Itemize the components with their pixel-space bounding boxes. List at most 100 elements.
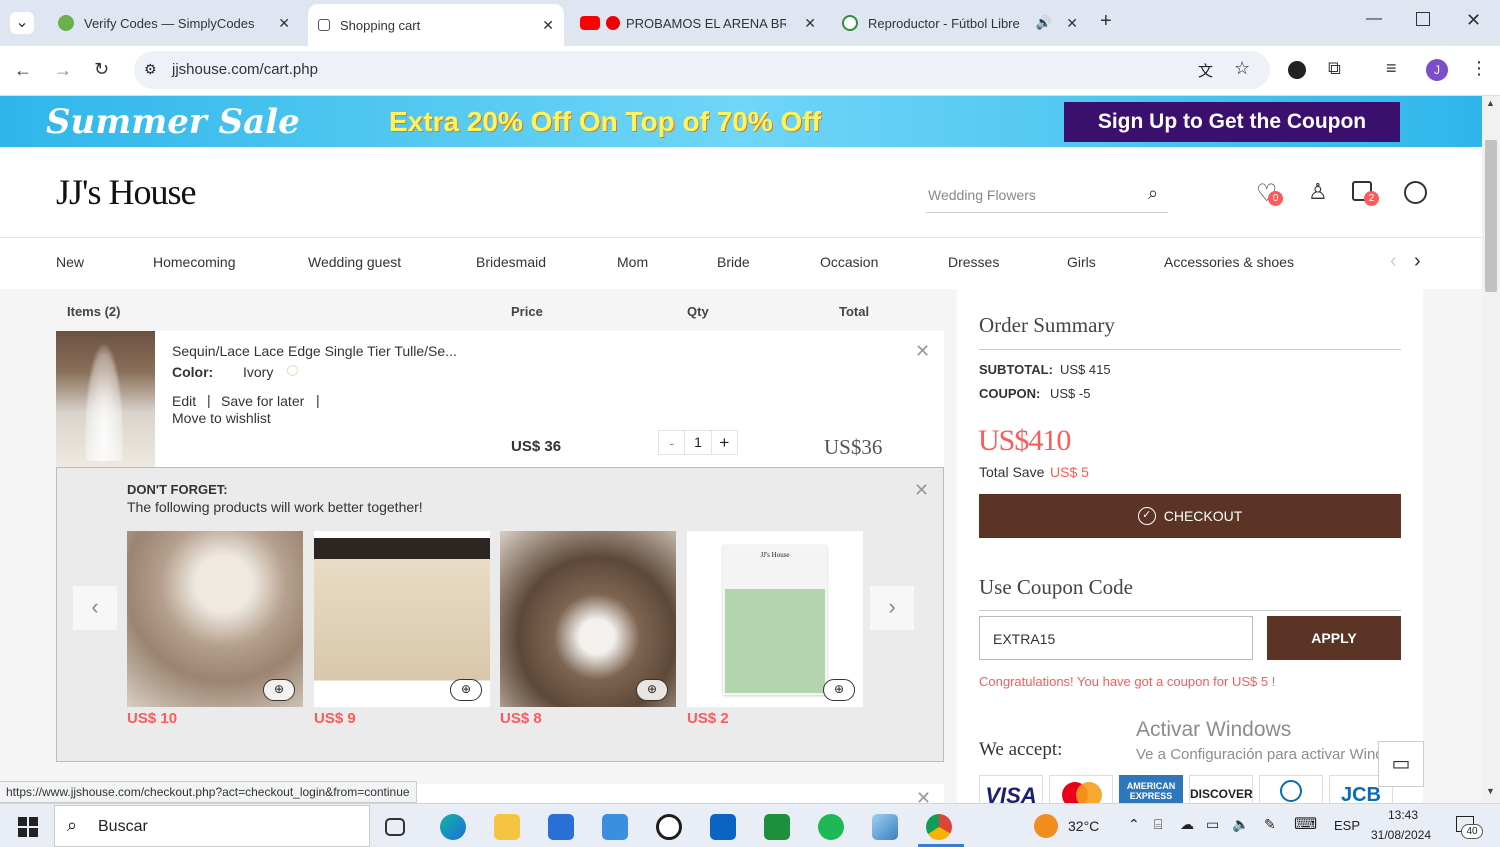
scrollbar-thumb[interactable] [1485, 140, 1497, 292]
product-name[interactable]: Sequin/Lace Lace Edge Single Tier Tulle/… [172, 343, 457, 359]
outlook-icon[interactable] [710, 814, 736, 840]
checkout-button[interactable]: ✓ CHECKOUT [979, 494, 1401, 538]
extension-icon[interactable] [1288, 61, 1306, 79]
file-explorer-icon[interactable] [494, 814, 520, 840]
close-icon[interactable]: ✕ [1066, 15, 1078, 32]
close-icon[interactable]: ✕ [914, 480, 929, 501]
nav-item-homecoming[interactable]: Homecoming [153, 254, 235, 270]
weather-temp[interactable]: 32°C [1068, 818, 1099, 834]
keyboard-icon[interactable]: ⌨ [1294, 814, 1317, 834]
menu-icon[interactable]: ⋮ [1470, 58, 1488, 79]
globe-icon[interactable] [1404, 181, 1427, 204]
carousel-next-button[interactable]: › [870, 586, 914, 630]
profile-avatar[interactable]: J [1426, 59, 1448, 81]
puzzle-icon[interactable]: ⧉ [1328, 58, 1341, 79]
product-card-swatch[interactable]: JJ's House ⊕ [687, 531, 863, 707]
cloud-icon[interactable]: ☁ [1180, 816, 1194, 833]
clock-date[interactable]: 31/08/2024 [1371, 828, 1431, 842]
close-window-button[interactable]: ✕ [1466, 10, 1481, 31]
page-scrollbar[interactable]: ▲ ▼ [1482, 96, 1500, 803]
chevron-left-icon[interactable]: ‹ [1390, 250, 1397, 273]
qty-increase-button[interactable]: + [712, 433, 737, 453]
pen-icon[interactable]: ✎ [1264, 816, 1276, 833]
taskbar-search-box[interactable]: ⌕ Buscar [54, 805, 370, 847]
restore-button[interactable] [1416, 12, 1430, 26]
whatsapp-icon[interactable] [656, 814, 682, 840]
search-input[interactable]: Wedding Flowers [928, 187, 1036, 203]
tab-search-button[interactable]: ⌄ [10, 12, 34, 34]
search-icon[interactable]: ⌕ [1148, 183, 1158, 204]
bag-icon[interactable]: 2 [1352, 181, 1379, 206]
task-view-icon[interactable] [385, 818, 405, 836]
translate-icon[interactable]: 文 [1198, 60, 1213, 81]
weather-icon[interactable] [1034, 814, 1058, 838]
site-settings-icon[interactable]: ⚙ [144, 61, 157, 78]
chevron-up-icon[interactable]: ⌃ [1128, 816, 1140, 833]
speaker-icon[interactable]: 🔊 [1036, 15, 1052, 31]
xbox-icon[interactable] [764, 814, 790, 840]
new-tab-button[interactable]: + [1100, 10, 1112, 33]
signup-coupon-button[interactable]: Sign Up to Get the Coupon [1064, 102, 1400, 142]
qty-decrease-button[interactable]: - [659, 435, 684, 451]
scroll-down-icon[interactable]: ▼ [1486, 786, 1495, 796]
product-image[interactable] [56, 331, 155, 467]
account-icon[interactable]: ♙ [1308, 179, 1328, 205]
close-icon[interactable]: ✕ [278, 15, 290, 32]
add-to-cart-icon[interactable]: ⊕ [263, 679, 295, 701]
nav-item-occasion[interactable]: Occasion [820, 254, 878, 270]
coupon-code-input[interactable]: EXTRA15 [979, 616, 1253, 660]
app-icon[interactable] [872, 814, 898, 840]
store-icon[interactable] [548, 814, 574, 840]
mail-icon[interactable] [602, 814, 628, 840]
product-card-hair-comb[interactable]: ⊕ [500, 531, 676, 707]
qty-input[interactable]: 1 [684, 431, 712, 454]
move-to-wishlist-link[interactable]: Move to wishlist [172, 410, 271, 426]
save-for-later-link[interactable]: Save for later [221, 393, 304, 409]
spotify-icon[interactable] [818, 814, 844, 840]
tab-shopping-cart[interactable]: Shopping cart ✕ [308, 4, 564, 46]
product-card-shapewear[interactable]: ⊕ [314, 531, 490, 707]
reload-icon[interactable]: ↻ [94, 59, 109, 80]
close-icon[interactable]: ✕ [804, 15, 816, 32]
nav-item-dresses[interactable]: Dresses [948, 254, 999, 270]
nav-item-bridesmaid[interactable]: Bridesmaid [476, 254, 546, 270]
close-icon[interactable]: ✕ [916, 788, 931, 803]
tab-youtube[interactable]: PROBAMOS EL ARENA BRE ✕ [570, 6, 826, 40]
edge-icon[interactable] [440, 814, 466, 840]
clock-time[interactable]: 13:43 [1388, 808, 1418, 822]
add-to-cart-icon[interactable]: ⊕ [636, 679, 668, 701]
star-icon[interactable]: ☆ [1234, 58, 1250, 79]
url-bar[interactable]: ⚙ jjshouse.com/cart.php 文 ☆ [134, 51, 1270, 89]
notifications-icon[interactable]: 40 [1456, 816, 1483, 839]
windows-start-icon[interactable] [18, 817, 38, 837]
scroll-up-icon[interactable]: ▲ [1486, 98, 1495, 108]
minimize-button[interactable]: — [1366, 10, 1382, 28]
summer-sale-banner[interactable]: Summer Sale Extra 20% Off On Top of 70% … [0, 96, 1482, 147]
chat-icon[interactable]: ▭ [1378, 741, 1424, 787]
back-icon[interactable]: ← [14, 60, 32, 81]
close-icon[interactable]: ✕ [542, 17, 554, 34]
site-logo[interactable]: JJ's House [56, 171, 197, 213]
add-to-cart-icon[interactable]: ⊕ [823, 679, 855, 701]
nav-item-bride[interactable]: Bride [717, 254, 750, 270]
add-to-cart-icon[interactable]: ⊕ [450, 679, 482, 701]
network-icon[interactable]: ▭ [1206, 816, 1219, 833]
nav-item-accessories[interactable]: Accessories & shoes [1164, 254, 1294, 270]
carousel-prev-button[interactable]: ‹ [73, 586, 117, 630]
nav-item-girls[interactable]: Girls [1067, 254, 1096, 270]
tab-futbol-libre[interactable]: Reproductor - Fútbol Libre 🔊 ✕ [832, 6, 1088, 40]
forward-icon[interactable]: → [54, 60, 72, 81]
product-card-hairpiece[interactable]: ⊕ [127, 531, 303, 707]
nav-item-new[interactable]: New [56, 254, 84, 270]
nav-item-mom[interactable]: Mom [617, 254, 648, 270]
search-box[interactable]: Wedding Flowers ⌕ [926, 177, 1168, 213]
url-text[interactable]: jjshouse.com/cart.php [172, 61, 318, 78]
language-indicator[interactable]: ESP [1334, 818, 1360, 833]
media-control-icon[interactable]: ≡ [1386, 58, 1397, 79]
wishlist-icon[interactable]: ♡ 0 [1256, 179, 1283, 208]
apply-coupon-button[interactable]: APPLY [1267, 616, 1401, 660]
device-icon[interactable]: ⌸ [1154, 816, 1162, 833]
tab-simplycodes[interactable]: Verify Codes — SimplyCodes ✕ [48, 6, 300, 40]
edit-link[interactable]: Edit [172, 393, 196, 409]
volume-icon[interactable]: 🔈 [1232, 816, 1249, 833]
